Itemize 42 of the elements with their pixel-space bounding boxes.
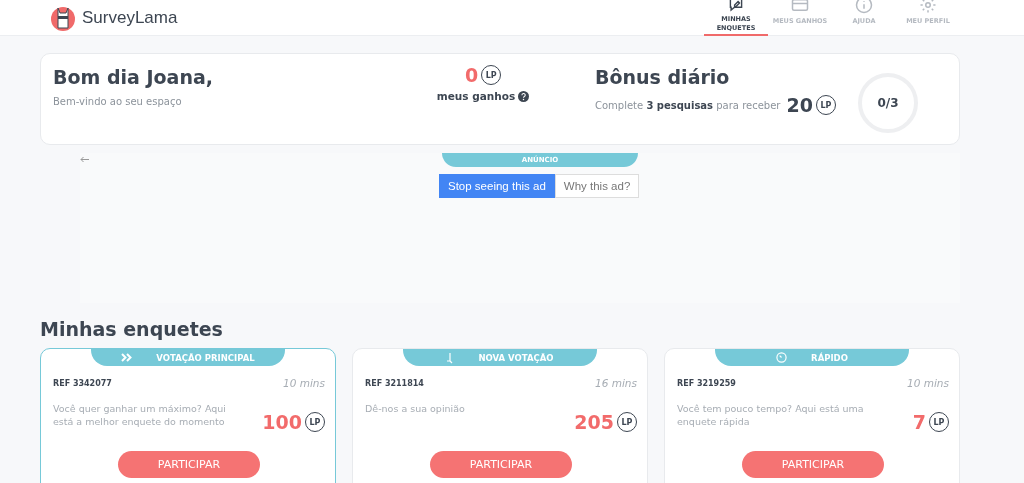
survey-card[interactable]: VOTAÇÃO PRINCIPAL REF 3342077 10 mins Você quer ganhar um máximo? Aqui está a melhor enquete do momento 100 LP PARTICIPAR	[40, 348, 336, 483]
earnings-amount: 0	[464, 64, 479, 86]
survey-points: 205	[574, 411, 614, 433]
double-chevron-icon	[121, 353, 133, 362]
survey-tag: VOTAÇÃO PRINCIPAL	[91, 349, 285, 366]
progress-text: 0/3	[877, 96, 899, 110]
survey-card[interactable]: RÁPIDO REF 3219259 10 mins Você tem pouco tempo? Aqui está uma enquete rápida 7 LP PARTICIPAR	[664, 348, 960, 483]
survey-description: Dê-nos a sua opinião	[365, 403, 466, 416]
survey-duration: 10 mins	[283, 377, 325, 389]
survey-ref: REF 3211814	[365, 378, 424, 388]
card-icon	[791, 0, 809, 14]
survey-duration: 16 mins	[595, 377, 637, 389]
survey-ref: REF 3219259	[677, 378, 736, 388]
section-title: Minhas enquetes	[40, 318, 224, 340]
participate-button[interactable]: PARTICIPAR	[118, 451, 260, 478]
earnings-label: meus ganhos	[436, 90, 516, 102]
chat-edit-icon	[727, 0, 745, 13]
survey-description: Você tem pouco tempo? Aqui está uma enquete rápida	[677, 403, 865, 429]
survey-tag: NOVA VOTAÇÃO	[403, 349, 597, 366]
ad-button[interactable]: Why this ad?	[554, 174, 640, 198]
settings-icon	[919, 0, 937, 14]
participate-button[interactable]: PARTICIPAR	[742, 451, 884, 478]
survey-points: 7	[912, 411, 926, 433]
help-icon[interactable]	[518, 90, 530, 102]
survey-card[interactable]: NOVA VOTAÇÃO REF 3211814 16 mins Dê-nos a sua opinião 205 LP PARTICIPAR	[352, 348, 648, 483]
bonus-text: Complete 3 pesquisas para receber	[595, 99, 781, 111]
greeting-subtitle: Bem-vindo ao seu espaço	[53, 96, 183, 107]
bonus-amount: 20	[786, 94, 813, 116]
back-arrow-icon[interactable]	[80, 156, 89, 163]
survey-duration: 10 mins	[907, 377, 949, 389]
logo-text: SurveyLama	[82, 7, 178, 28]
info-icon	[855, 0, 873, 14]
greeting-title: Bom dia Joana,	[53, 66, 214, 88]
participate-button[interactable]: PARTICIPAR	[430, 451, 572, 478]
survey-tag: RÁPIDO	[715, 349, 909, 366]
survey-points: 100	[262, 411, 302, 433]
ad-button[interactable]: Stop seeing this ad	[439, 174, 555, 198]
survey-description: Você quer ganhar um máximo? Aqui está a melhor enquete do momento	[53, 403, 227, 429]
bonus-title: Bônus diário	[595, 66, 731, 88]
llama-logo-icon	[50, 4, 76, 31]
clock-icon	[776, 352, 788, 363]
survey-ref: REF 3342077	[53, 378, 112, 388]
